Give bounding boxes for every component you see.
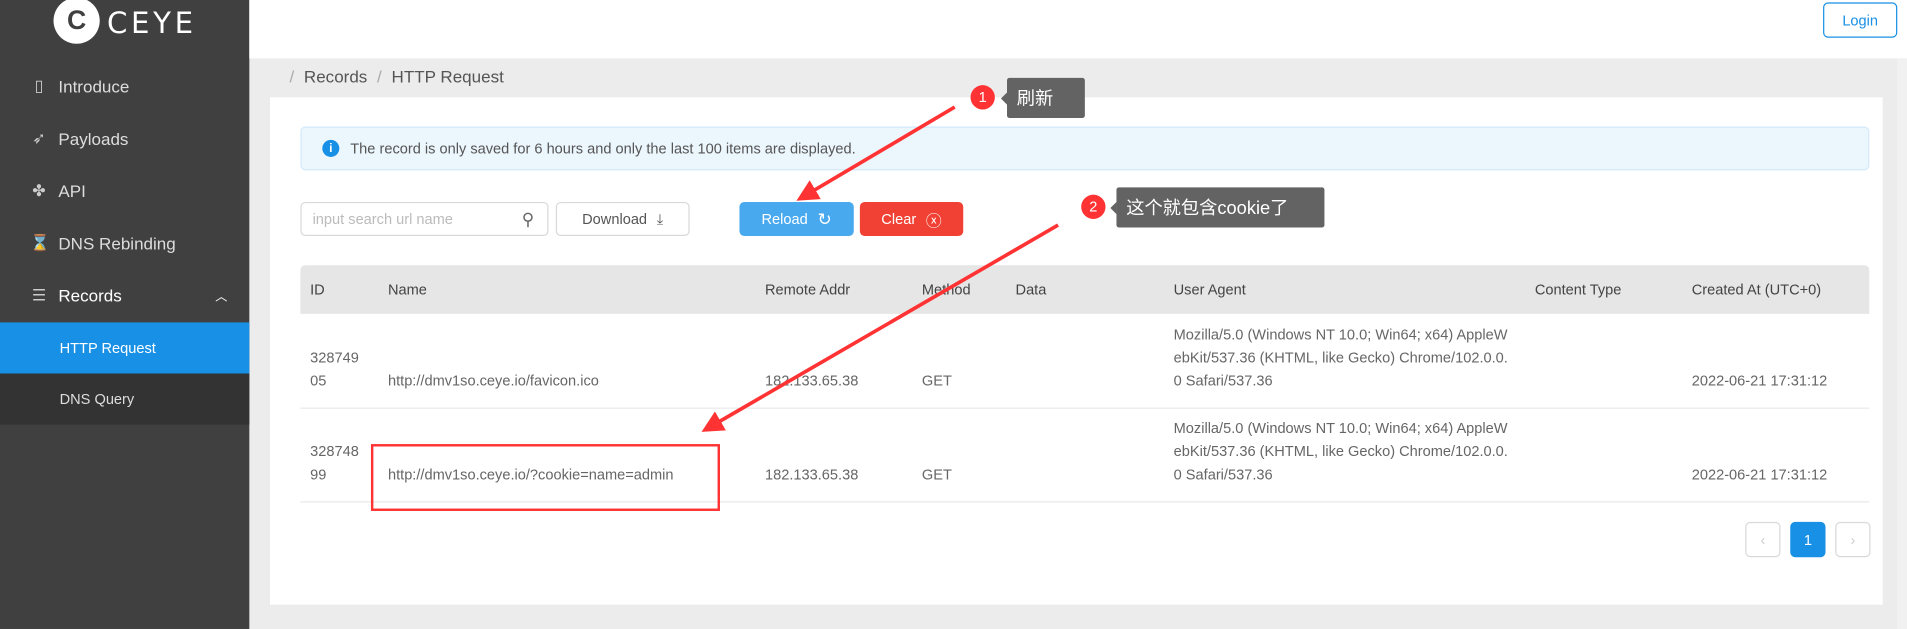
annotation-badge-2: 2 — [1081, 194, 1106, 219]
annotation-tooltip-1: 刷新 — [1000, 77, 1085, 119]
annotation-arrow-1 — [796, 105, 956, 201]
annotation-arrow-2 — [701, 223, 1060, 432]
annotation-arrows — [701, 105, 1060, 432]
annotation-tooltip-2: 这个就包含cookie了 — [1110, 187, 1325, 228]
annotation-badge-1: 1 — [970, 85, 995, 110]
